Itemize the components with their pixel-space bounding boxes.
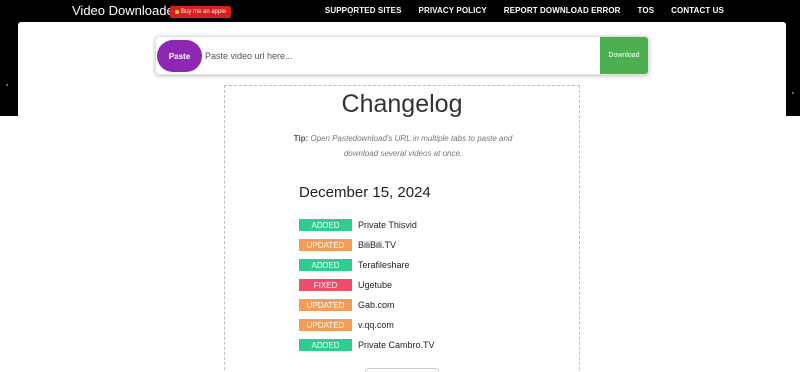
entry-site-name: Terafileshare: [358, 260, 410, 270]
status-badge: ADDED: [299, 339, 352, 351]
star-dot: [792, 92, 794, 94]
brand-title[interactable]: Video Downloader: [72, 3, 178, 18]
changelog-entries: ADDED Private Thisvid UPDATED BiliBili.T…: [299, 215, 435, 355]
tip-label: Tip:: [293, 134, 309, 143]
entry-site-name: Private Thisvid: [358, 220, 417, 230]
video-url-input[interactable]: [205, 46, 585, 66]
changelog-entry: ADDED Private Thisvid: [299, 215, 435, 235]
buy-me-an-apple-button[interactable]: Buy me an apple: [170, 6, 232, 18]
changelog-entry: UPDATED v.qq.com: [299, 315, 435, 335]
main-nav: SUPPORTED SITES PRIVACY POLICY REPORT DO…: [325, 6, 724, 15]
changelog-date: December 15, 2024: [299, 184, 431, 201]
nav-privacy-policy[interactable]: PRIVACY POLICY: [419, 6, 487, 15]
changelog-panel: Changelog Tip: Open Pastedownload's URL …: [224, 85, 580, 372]
changelog-title: Changelog: [341, 90, 463, 118]
nav-report-download-error[interactable]: REPORT DOWNLOAD ERROR: [504, 6, 621, 15]
nav-contact-us[interactable]: CONTACT US: [671, 6, 724, 15]
paste-button[interactable]: Paste: [157, 40, 202, 72]
tip-text: Tip: Open Pastedownload's URL in multipl…: [285, 131, 521, 161]
entry-site-name: Ugetube: [358, 280, 393, 290]
download-button[interactable]: Download: [600, 37, 648, 74]
apple-icon: [175, 10, 179, 14]
tip-body: Open Pastedownload's URL in multiple tab…: [310, 134, 513, 158]
status-badge: UPDATED: [299, 239, 352, 251]
star-dot: [6, 84, 8, 86]
status-badge: UPDATED: [299, 299, 352, 311]
changelog-entry: UPDATED Gab.com: [299, 295, 435, 315]
status-badge: ADDED: [299, 219, 352, 231]
top-navbar: Video Downloader Buy me an apple SUPPORT…: [0, 0, 800, 22]
entry-site-name: Gab.com: [358, 300, 395, 310]
changelog-entry: FIXED Ugetube: [299, 275, 435, 295]
status-badge: UPDATED: [299, 319, 352, 331]
buy-me-label: Buy me an apple: [181, 9, 227, 15]
status-badge: ADDED: [299, 259, 352, 271]
changelog-entry: UPDATED BiliBili.TV: [299, 235, 435, 255]
nav-tos[interactable]: TOS: [638, 6, 655, 15]
entry-site-name: Private Cambro.TV: [358, 340, 435, 350]
entry-site-name: v.qq.com: [358, 320, 394, 330]
load-more-button[interactable]: [365, 368, 439, 372]
nav-supported-sites[interactable]: SUPPORTED SITES: [325, 6, 402, 15]
status-badge: FIXED: [299, 279, 352, 291]
entry-site-name: BiliBili.TV: [358, 240, 397, 250]
changelog-entry: ADDED Private Cambro.TV: [299, 335, 435, 355]
changelog-entry: ADDED Terafileshare: [299, 255, 435, 275]
url-search-bar: Paste Download: [155, 36, 649, 75]
